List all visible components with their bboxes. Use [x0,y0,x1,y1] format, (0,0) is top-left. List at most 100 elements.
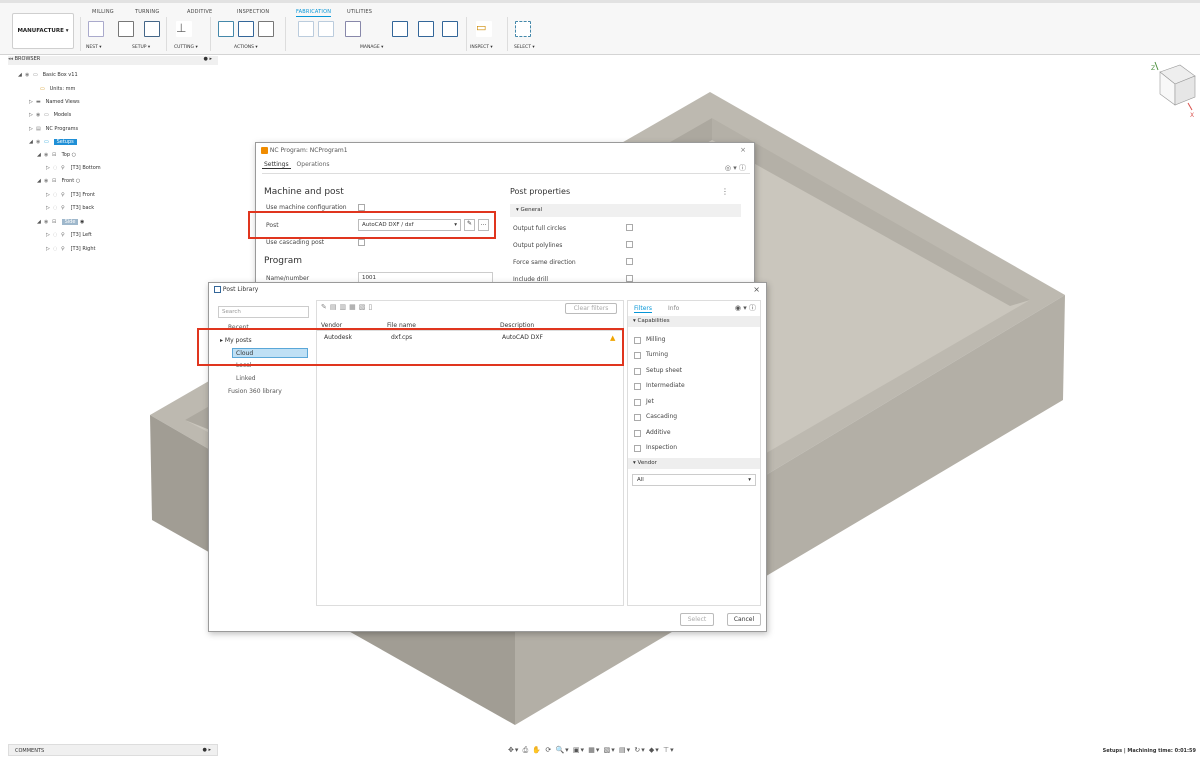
tree-item-op-left[interactable]: ▷ ◌ ♀ [T3] Left [46,232,92,238]
table-toolbar-icons[interactable]: ✎▤▥▦▧▯ [321,303,375,311]
cap-checkbox[interactable] [634,352,641,359]
cap-checkbox[interactable] [634,414,641,421]
tab-settings[interactable]: Settings [262,161,291,169]
nav-linked[interactable]: Linked [236,375,256,382]
folder-icon: ▬ [36,99,41,105]
select-button[interactable]: Select [680,613,714,626]
prop-checkbox[interactable] [626,275,633,282]
cancel-button[interactable]: Cancel [727,613,761,626]
nest-menu[interactable]: NEST ▾ [86,45,102,50]
use-cascading-checkbox[interactable] [358,239,365,246]
inspect-menu[interactable]: INSPECT ▾ [470,45,493,50]
tree-item-nc-programs[interactable]: ▷ ▤ NC Programs [29,126,78,132]
prop-force-same-direction: Force same direction [513,259,576,266]
eye-icon: ◉ [25,72,30,78]
help-icon[interactable]: ◉ ▾ ⓘ [735,303,756,313]
cap-checkbox[interactable] [634,430,641,437]
tree-item-op-right[interactable]: ▷ ◌ ♀ [T3] Right [46,246,96,252]
tree-item-setups[interactable]: ◢ ◉ ▭ Setups [29,139,77,145]
post-process-icon[interactable] [218,21,234,37]
navigation-bar[interactable]: ✥▾ ⎙ ✋ ⟳ 🔍▾ ▣▾ ▦▾ ▧▾ ▤▾ ↻▾ ◆▾ ⊤▾ [508,746,675,755]
tree-item-units[interactable]: ▭ Units: mm [40,86,75,92]
tree-item-setup-side[interactable]: ◢ ◉ ⊟ Side ◉ [37,219,84,225]
nav-fusion-library[interactable]: Fusion 360 library [228,388,282,395]
machine-library-icon[interactable] [392,21,408,37]
browser-title: BROWSER [14,56,41,62]
setups-icon: ▭ [44,139,49,145]
prop-checkbox[interactable] [626,241,633,248]
cap-checkbox[interactable] [634,337,641,344]
tab-additive[interactable]: ADDITIVE [187,9,212,15]
tab-filters[interactable]: Filters [634,305,652,313]
general-group[interactable]: ▾ General [510,204,741,217]
view-cube[interactable]: Z X [1151,61,1196,119]
cutting-menu[interactable]: CUTTING ▾ [174,45,198,50]
cap-checkbox[interactable] [634,399,641,406]
cap-cascading: Cascading [646,413,678,420]
units-icon: ▭ [40,86,45,92]
prop-checkbox[interactable] [626,258,633,265]
tab-inspection[interactable]: INSPECTION [237,9,269,15]
tree-item-models[interactable]: ▷ ◉ ▭ Models [29,112,71,118]
cap-jet: Jet [646,398,654,405]
cap-checkbox[interactable] [634,445,641,452]
template-icon[interactable] [318,21,334,37]
help-icon[interactable]: ◎ ▾ ⓘ [725,163,746,173]
close-icon[interactable]: × [740,146,746,154]
tab-turning[interactable]: TURNING [135,9,159,15]
manage-menu[interactable]: MANAGE ▾ [360,45,383,50]
comments-panel[interactable]: COMMENTS ● ▸ [8,744,218,756]
tool-library-icon[interactable] [298,21,314,37]
browser-header[interactable]: ◂◂ BROWSER ● ▸ [8,56,218,65]
actions-menu[interactable]: ACTIONS ▾ [234,45,258,50]
cap-checkbox[interactable] [634,368,641,375]
use-machine-config-checkbox[interactable] [358,204,365,211]
toolpath-icon: ♀ [61,165,65,171]
setup-sheet-icon[interactable] [144,21,160,37]
vendor-select[interactable]: All ▾ [632,474,756,486]
search-input[interactable]: Search [218,306,309,318]
prop-checkbox[interactable] [626,224,633,231]
svg-text:X: X [1190,112,1194,119]
tab-operations[interactable]: Operations [297,161,330,168]
capabilities-group[interactable]: ▾ Capabilities [628,316,760,327]
cap-turning: Turning [646,351,668,358]
select-icon[interactable] [515,21,531,37]
setup-menu[interactable]: SETUP ▾ [132,45,150,50]
manufacture-workspace-button[interactable]: MANUFACTURE ▾ [12,13,74,49]
cap-checkbox[interactable] [634,383,641,390]
program-heading: Program [264,256,302,266]
nc-program-icon[interactable] [238,21,254,37]
measure-icon[interactable]: ▭ [476,21,492,37]
cap-additive: Additive [646,429,671,436]
highlight-cloud-row [197,328,624,366]
tab-utilities[interactable]: UTILITIES [347,9,372,15]
more-options-icon[interactable]: ⋮ [721,187,729,196]
tree-item-op-back[interactable]: ▷ ◌ ♀ [T3] back [46,205,94,211]
tree-item-root[interactable]: ◢ ◉ ▭ Basic Box v11 [18,72,78,78]
dialog-title-bar: NC Program: NCProgram1 [261,147,348,154]
tree-item-op-front[interactable]: ▷ ◌ ♀ [T3] Front [46,192,95,198]
tree-item-op-bottom[interactable]: ▷ ◌ ♀ [T3] Bottom [46,165,101,171]
tree-item-setup-top[interactable]: ◢ ◉ ⊟ Top ○ [37,152,76,158]
tree-item-setup-front[interactable]: ◢ ◉ ⊟ Front ○ [37,178,80,184]
post-library-icon[interactable] [418,21,434,37]
use-machine-config-label: Use machine configuration [266,204,347,211]
prop-output-full-circles: Output full circles [513,225,566,232]
tab-milling[interactable]: MILLING [92,9,114,15]
document-icon: ▭ [33,72,38,78]
tree-item-named-views[interactable]: ▷ ▬ Named Views [29,99,80,105]
vendor-group[interactable]: ▾ Vendor [628,458,760,469]
tab-fabrication[interactable]: FABRICATION [296,9,332,17]
nc-list-icon[interactable] [258,21,274,37]
close-icon[interactable]: × [753,285,760,294]
clear-filters-button[interactable]: Clear filters [565,303,617,314]
task-manager-icon[interactable] [442,21,458,37]
cutting-icon[interactable]: ⊥ [176,21,192,37]
select-menu[interactable]: SELECT ▾ [514,45,535,50]
manage-tool-icon[interactable] [345,21,361,37]
browser-options-icon[interactable]: ● ▸ [204,56,212,62]
tab-info[interactable]: Info [668,305,679,312]
setup-folder-icon[interactable] [118,21,134,37]
nest-icon[interactable] [88,21,104,37]
